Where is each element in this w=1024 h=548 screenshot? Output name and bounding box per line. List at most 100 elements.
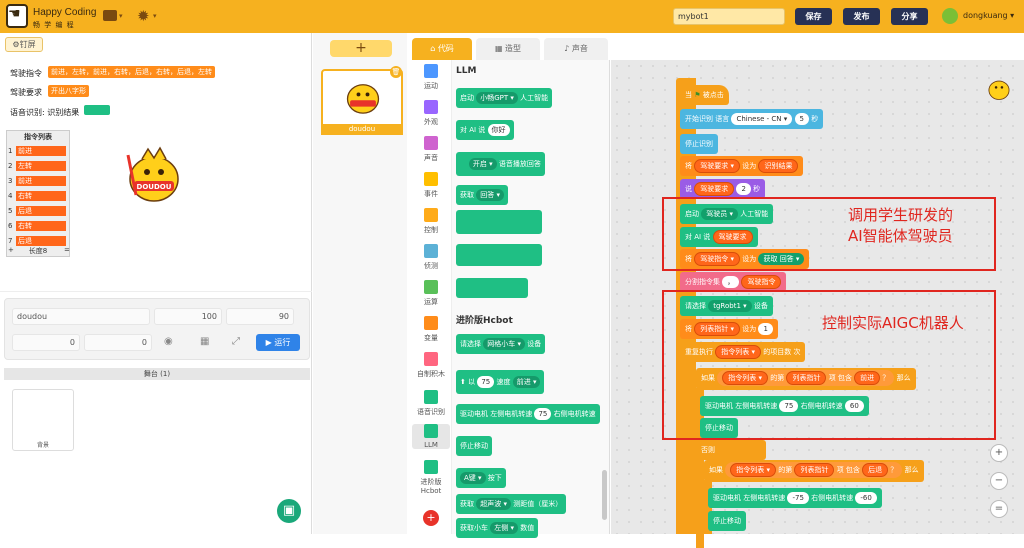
doudou-mascot[interactable]: DOUDOU [124, 145, 184, 207]
brand-name: Happy Coding [33, 7, 97, 18]
sprite-thumbnail [346, 84, 380, 114]
publish-button[interactable]: 发布 [843, 8, 880, 25]
list-item: 2 左转 [8, 161, 68, 171]
palette-scrollbar[interactable] [602, 470, 607, 520]
palette-block[interactable]: 对 AI 说 你好 [456, 120, 514, 140]
start-recognition-block[interactable]: 开始识别 语言 Chinese - CN ▾ 5 秒 [680, 109, 824, 129]
palette-block[interactable]: 获取 超声波 ▾ 测距值（厘米） [456, 494, 567, 514]
sprite-direction-field[interactable]: 0 [84, 334, 152, 351]
palette-block[interactable]: 获取小车 左侧 ▾ 数值 [456, 518, 539, 538]
category-label: 控制 [424, 226, 438, 234]
category-color-icon [424, 352, 438, 366]
sprite-x-field[interactable]: 100 [154, 308, 222, 325]
annotation-text: 调用学生研发的 [848, 206, 954, 224]
category-color-icon [424, 172, 438, 186]
stop-recognition-block[interactable]: 停止识别 [680, 134, 718, 154]
category-3[interactable]: 事件 [412, 172, 450, 199]
category-label: LLM [424, 441, 438, 449]
category-1[interactable]: 外观 [412, 100, 450, 127]
folder-icon[interactable] [103, 10, 117, 21]
category-11[interactable]: 进阶版Hcbot [412, 460, 450, 495]
eye-icon[interactable]: ◉ [164, 336, 173, 347]
palette-block[interactable]: 开启 ▾ 语音播放回答 [456, 152, 545, 176]
hand-logo-icon: ☚ [8, 6, 21, 22]
annotation-text: AI智能体驾驶员 [848, 227, 953, 245]
set-variable-block[interactable]: 将 驾驶要求 ▾ 设为 识别结果 [680, 156, 804, 176]
run-button[interactable]: ▶ 运行 [256, 334, 300, 351]
when-flag-clicked-block[interactable]: 当 ⚑ 被点击 [680, 85, 729, 105]
add-extension-button[interactable]: + [423, 510, 439, 526]
save-button[interactable]: 保存 [795, 8, 832, 25]
category-label: 语音识别 [417, 408, 445, 416]
if-block[interactable]: 如果 指令列表 ▾ 的第 列表指针 项 包含 后退 ？ 那么 [704, 460, 924, 482]
category-9[interactable]: 语音识别 [412, 390, 450, 417]
category-color-icon [424, 100, 438, 114]
category-color-icon [424, 64, 438, 78]
chevron-down-icon[interactable]: ▾ [119, 12, 123, 20]
category-color-icon [424, 460, 438, 474]
sprite-size-field[interactable]: 0 [12, 334, 80, 351]
sprite-indicator-icon [988, 80, 1010, 100]
list-item: 5 后退 [8, 206, 68, 216]
gear-icon[interactable]: ✹ [137, 7, 150, 25]
list-resize-handle[interactable]: = [64, 246, 70, 254]
fullscreen-icon[interactable]: ⤢ [232, 336, 240, 347]
say-block[interactable]: 说 驾驶要求 2 秒 [680, 179, 766, 199]
palette-block[interactable]: 请选择 网格小车 ▾ 设备 [456, 334, 546, 354]
category-color-icon [424, 244, 438, 258]
add-backdrop-button[interactable]: ▣ [277, 499, 301, 523]
sprite-card-name: doudou [321, 124, 403, 135]
list-item: 7 后退 [8, 236, 68, 246]
drive-motor-block[interactable]: 驱动电机 左侧电机转速 -75 右侧电机转速 -60 [708, 488, 882, 508]
stop-move-block[interactable]: 停止移动 [708, 511, 746, 531]
zoom-in-icon[interactable]: + [990, 444, 1008, 462]
trash-icon[interactable]: 🗑 [390, 66, 402, 78]
annotation-text: 控制实际AIGC机器人 [822, 314, 964, 332]
username[interactable]: dongkuang ▾ [963, 11, 1014, 20]
category-6[interactable]: 运算 [412, 280, 450, 307]
category-5[interactable]: 侦测 [412, 244, 450, 271]
palette-block[interactable] [456, 244, 542, 266]
palette-block[interactable]: 停止移动 [456, 436, 492, 456]
palette-block[interactable] [456, 210, 542, 234]
chevron-down-icon[interactable]: ▾ [153, 12, 157, 20]
add-sprite-button[interactable]: + [330, 40, 392, 57]
palette-block[interactable]: 驱动电机 左侧电机转速 75 右侧电机转速 [456, 404, 600, 424]
split-commands-block[interactable]: 分割指令集 ， 驾驶指令 [680, 272, 787, 292]
list-item: 4 右转 [8, 191, 68, 201]
category-7[interactable]: 变量 [412, 316, 450, 343]
zoom-reset-icon[interactable]: = [990, 500, 1008, 518]
palette-block[interactable]: A键 ▾ 按下 [456, 468, 506, 488]
palette-block[interactable]: ⬆ 以 75 速度 前进 ▾ [456, 370, 545, 394]
else-block[interactable]: 否则 [696, 440, 766, 460]
avatar[interactable] [942, 8, 958, 24]
tab-code[interactable]: ⌂ 代码 [412, 38, 472, 60]
category-8[interactable]: 自制积木 [412, 352, 450, 379]
tab-costumes[interactable]: ▦ 造型 [476, 38, 540, 60]
list-item: 6 右转 [8, 221, 68, 231]
category-2[interactable]: 声音 [412, 136, 450, 163]
category-label: 进阶版Hcbot [420, 478, 442, 495]
sprite-name-field[interactable]: doudou [12, 308, 150, 325]
category-color-icon [424, 390, 438, 404]
tab-sounds[interactable]: ♪ 声音 [544, 38, 608, 60]
list-item: 1 前进 [8, 146, 68, 156]
category-10[interactable]: LLM [412, 424, 450, 449]
project-name-input[interactable]: mybot1 [673, 8, 785, 25]
list-item: 3 前进 [8, 176, 68, 186]
zoom-out-icon[interactable]: − [990, 472, 1008, 490]
sprite-y-field[interactable]: 90 [226, 308, 294, 325]
grid-icon[interactable]: ▦ [200, 336, 209, 347]
pin-button[interactable]: ⚙钉屏 [5, 37, 43, 52]
palette-block[interactable]: 获取 回答 ▾ [456, 185, 508, 205]
category-label: 声音 [424, 154, 438, 162]
category-label: 外观 [424, 118, 438, 126]
category-color-icon [424, 208, 438, 222]
palette-block[interactable]: 启动 小畅GPT ▾ 人工智能 [456, 88, 553, 108]
category-4[interactable]: 控制 [412, 208, 450, 235]
category-0[interactable]: 运动 [412, 64, 450, 91]
backdrop-header: 舞台 (1) [4, 368, 310, 380]
palette-block[interactable] [456, 278, 528, 298]
category-label: 侦测 [424, 262, 438, 270]
share-button[interactable]: 分享 [891, 8, 928, 25]
